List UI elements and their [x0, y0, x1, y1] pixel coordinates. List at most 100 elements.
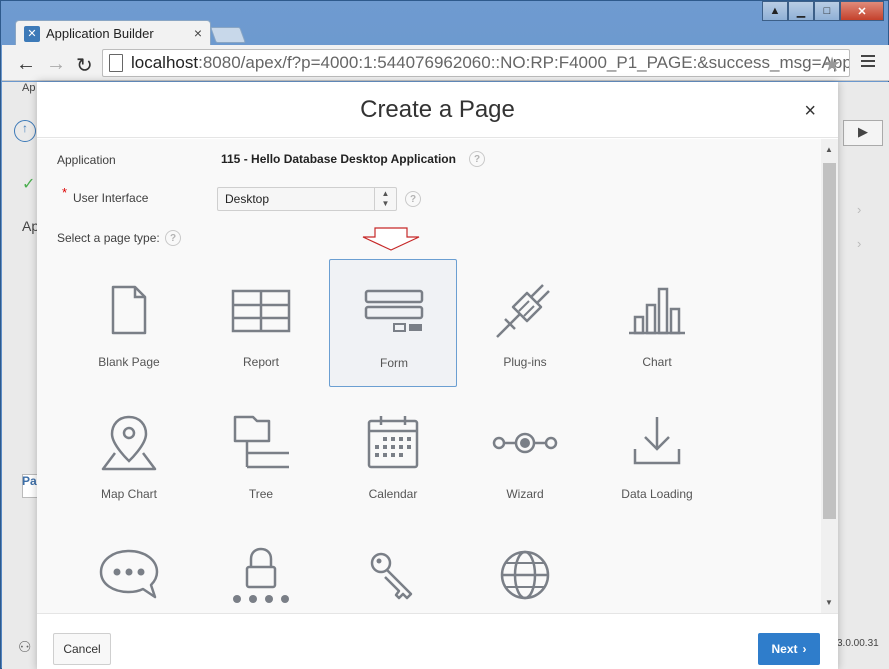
browser-window: ✕ Application Builder × ▲ ▁ □ ✕ ← → ↻ lo…: [0, 0, 889, 669]
tab-close-icon[interactable]: ×: [194, 25, 202, 41]
page-type-tile-access-control[interactable]: [329, 523, 457, 613]
tile-label: Map Chart: [100, 487, 158, 501]
dialog-body: Application 115 - Hello Database Desktop…: [37, 139, 821, 613]
tile-label: Data Loading: [621, 487, 693, 501]
tile-label: Report: [242, 355, 280, 369]
bg-check-icon: ✓: [22, 176, 36, 193]
user-interface-row: * User Interface Desktop ▲ ▼ ?: [37, 183, 821, 213]
window-controls: ▲ ▁ □ ✕: [762, 1, 884, 21]
user-interface-label: User Interface: [73, 191, 149, 205]
apex-favicon-icon: ✕: [24, 25, 40, 42]
create-page-dialog: Create a Page × Application 115 - Hello …: [37, 82, 838, 669]
user-profile-icon[interactable]: ▲: [762, 1, 788, 21]
map-pin-icon: [101, 415, 157, 471]
tab-title: Application Builder: [46, 26, 154, 41]
key-icon: [370, 552, 413, 600]
next-button[interactable]: Next ›: [758, 633, 820, 665]
tile-label: Wizard: [506, 487, 544, 501]
dialog-header: Create a Page ×: [37, 82, 838, 138]
user-interface-help-icon[interactable]: ?: [405, 191, 421, 207]
lock-icon: [233, 547, 289, 603]
background-right-strip: ▶ › › 3.0.00.31: [837, 82, 889, 669]
tile-label: Calendar: [368, 487, 418, 501]
chevron-right-icon: ›: [802, 642, 807, 656]
bg-up-icon: ↑: [14, 120, 36, 142]
browser-menu-icon[interactable]: [861, 55, 875, 70]
page-type-help-icon[interactable]: ?: [165, 230, 181, 246]
bg-fragment-pa: Pa: [22, 474, 37, 488]
page-type-row: Select a page type: ?: [37, 223, 821, 253]
page-type-tile-login[interactable]: [197, 523, 325, 613]
chart-icon: [629, 287, 685, 335]
scroll-up-icon[interactable]: ▲: [825, 145, 833, 154]
user-interface-value: Desktop: [225, 192, 270, 206]
new-tab-button[interactable]: [210, 27, 246, 43]
tab-strip: ✕ Application Builder × ▲ ▁ □ ✕: [1, 1, 889, 46]
scrollbar-thumb[interactable]: [823, 163, 836, 519]
blank-page-icon: [111, 285, 147, 335]
page-type-tile-chart[interactable]: Chart: [593, 259, 721, 387]
minimize-button[interactable]: ▁: [788, 1, 814, 21]
page-type-tile-map-chart[interactable]: Map Chart: [65, 391, 193, 519]
tile-label: Blank Page: [98, 355, 160, 369]
bg-chevron-icon: ›: [857, 202, 862, 217]
bg-user-icon: ⚇: [18, 639, 32, 656]
annotation-down-arrow-icon: [362, 227, 420, 251]
report-icon: [231, 289, 291, 333]
next-button-label: Next: [771, 642, 798, 656]
url-path: :8080/apex/f?p=4000:1:544076962060::NO:R…: [198, 53, 850, 72]
page-icon: [109, 54, 123, 72]
cancel-button[interactable]: Cancel: [53, 633, 111, 665]
dialog-footer: Cancel Next ›: [37, 613, 838, 669]
calendar-icon: [367, 416, 419, 469]
application-row: Application 115 - Hello Database Desktop…: [37, 145, 821, 175]
background-left-strip: Ap ↑ ✓ Ap Pa ⚇: [2, 82, 40, 669]
application-value: 115 - Hello Database Desktop Application: [221, 152, 456, 166]
scroll-down-icon[interactable]: ▼: [825, 598, 833, 607]
user-interface-select[interactable]: Desktop ▲ ▼: [217, 187, 397, 211]
globe-icon: [500, 550, 550, 600]
bg-fragment-ap: Ap: [22, 82, 36, 94]
page-type-tile-calendar[interactable]: Calendar: [329, 391, 457, 519]
page-type-tile-data-loading[interactable]: Data Loading: [593, 391, 721, 519]
dialog-scrollbar[interactable]: ▲ ▼: [821, 139, 838, 613]
forward-arrow-icon[interactable]: →: [46, 53, 66, 76]
tile-label: Tree: [248, 487, 274, 501]
back-arrow-icon[interactable]: ←: [16, 53, 36, 76]
tile-label: Plug-ins: [503, 355, 547, 369]
tree-icon: [233, 415, 289, 469]
reload-icon[interactable]: ↻: [76, 53, 93, 78]
address-bar[interactable]: localhost:8080/apex/f?p=4000:1:544076962…: [102, 49, 850, 77]
browser-toolbar: ← → ↻ localhost:8080/apex/f?p=4000:1:544…: [2, 45, 889, 81]
required-marker: *: [62, 185, 68, 200]
bg-version-fragment: 3.0.00.31: [837, 638, 879, 649]
application-help-icon[interactable]: ?: [469, 151, 485, 167]
bg-play-icon: ▶: [843, 120, 883, 146]
page-type-tile-tree[interactable]: Tree: [197, 391, 325, 519]
browser-tab[interactable]: ✕ Application Builder ×: [15, 20, 211, 46]
page-type-tile-global-page[interactable]: [461, 523, 589, 613]
download-icon: [633, 417, 681, 465]
form-icon: [364, 289, 424, 332]
select-spinner-icon: ▲ ▼: [374, 188, 396, 210]
bg-chevron-icon-2: ›: [857, 236, 862, 251]
page-type-label: Select a page type:: [57, 231, 160, 245]
dialog-title: Create a Page: [360, 96, 515, 123]
page-type-tile-blank-page[interactable]: Blank Page: [65, 259, 193, 387]
url-host: localhost: [131, 53, 199, 72]
chat-bubble-icon: [99, 549, 159, 599]
wizard-icon: [492, 432, 558, 454]
page-type-tile-feedback[interactable]: [65, 523, 193, 613]
tile-label: Chart: [642, 355, 672, 369]
bookmark-star-icon[interactable]: ★: [823, 52, 841, 76]
tile-label: Form: [380, 356, 408, 370]
window-close-button[interactable]: ✕: [840, 1, 884, 21]
page-type-tile-report[interactable]: Report: [197, 259, 325, 387]
maximize-button[interactable]: □: [814, 1, 840, 21]
plug-icon: [496, 284, 550, 338]
page-type-tile-wizard[interactable]: Wizard: [461, 391, 589, 519]
page-type-tile-form[interactable]: Form: [329, 259, 457, 387]
dialog-close-icon[interactable]: ×: [804, 100, 816, 123]
page-type-tile-plug-ins[interactable]: Plug-ins: [461, 259, 589, 387]
application-label: Application: [57, 153, 116, 167]
